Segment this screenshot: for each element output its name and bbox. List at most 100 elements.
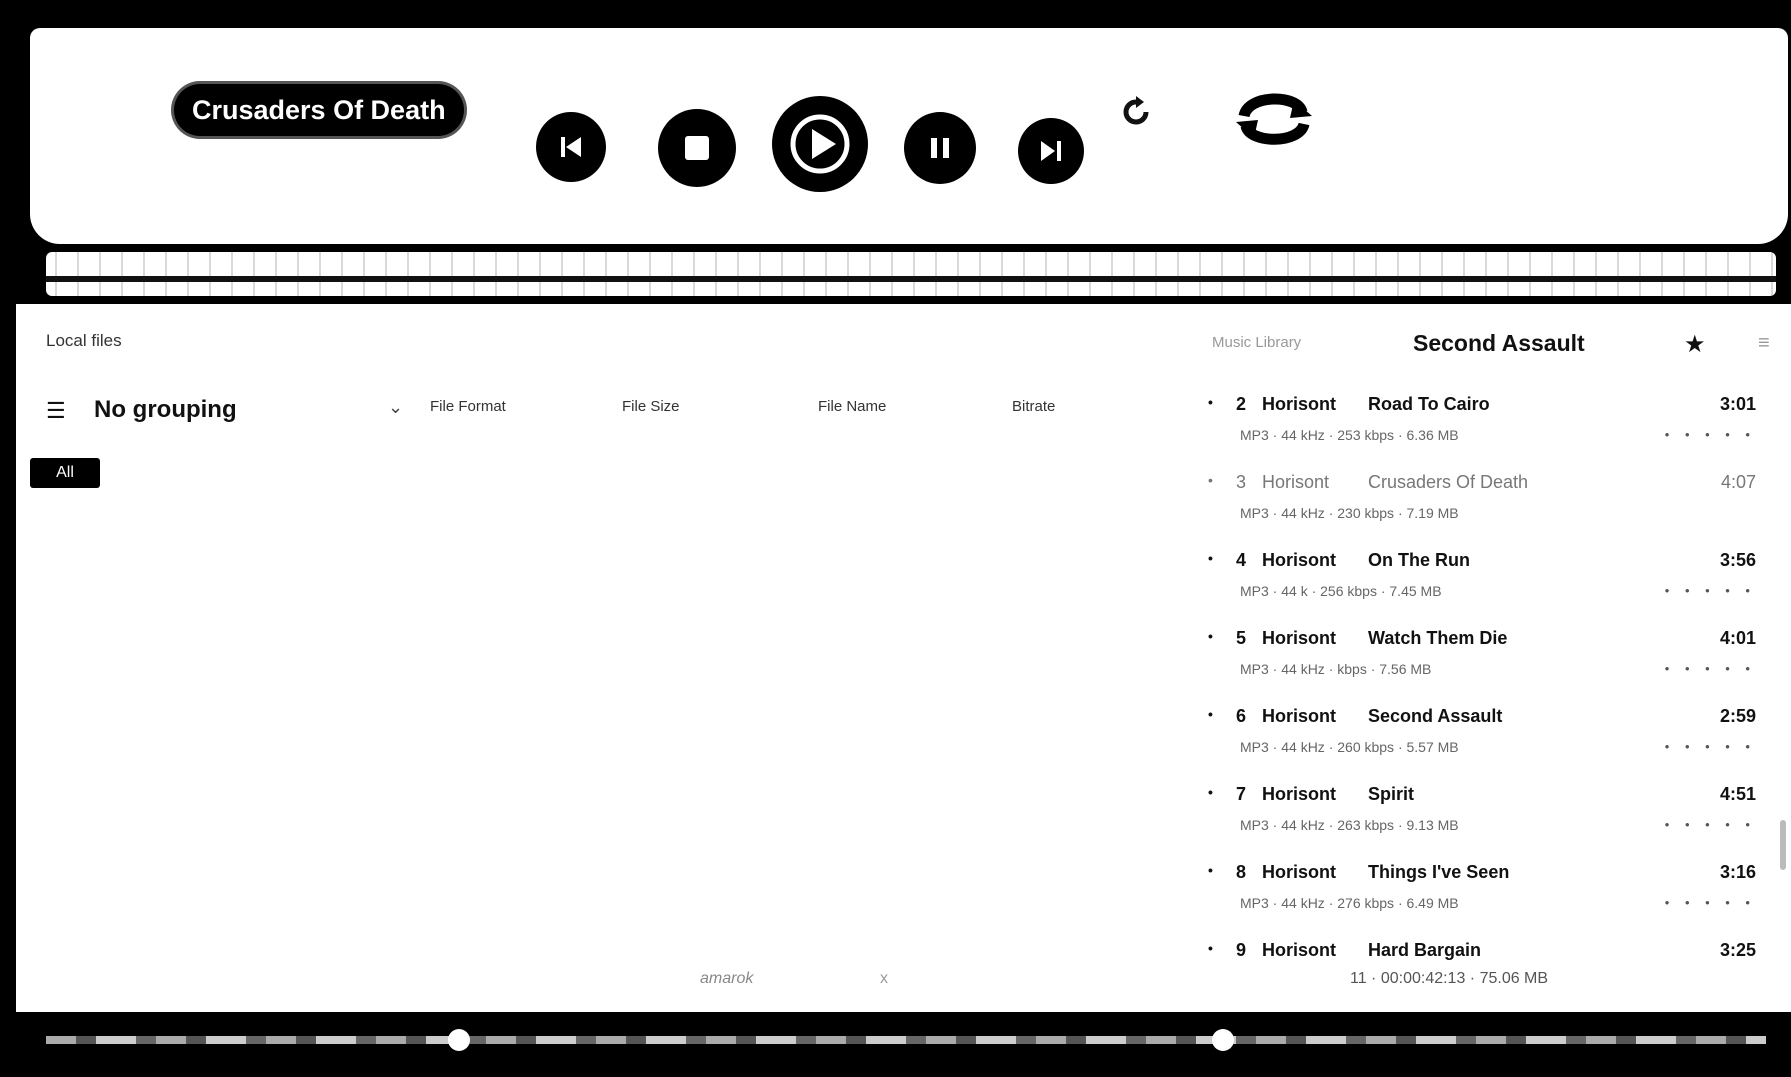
track-duration: 4:07	[1720, 472, 1756, 492]
track-title: Hard Bargain	[1368, 940, 1482, 960]
window-frame-top	[0, 0, 1791, 14]
queue-source-label[interactable]: Music Library	[1212, 334, 1301, 351]
track-meta: MP3 · 44 kHz · 276 kbps · 6.49 MB	[1240, 895, 1459, 911]
bullet-icon: •	[1208, 550, 1213, 566]
track-main-line: • 9 Horisont Hard Bargain 3:25	[1208, 940, 1756, 966]
track-duration: 3:01	[1719, 394, 1756, 414]
bottom-seek-bar	[16, 1012, 1791, 1068]
track-title: Road To Cairo	[1368, 394, 1490, 414]
queue-track-row[interactable]: • 2 Horisont Road To Cairo 3:01 MP3 · 44 kHz …	[1208, 394, 1756, 466]
track-number: 4	[1236, 550, 1247, 570]
stop-icon	[685, 136, 709, 160]
track-number: 6	[1236, 706, 1247, 726]
queue-track-row[interactable]: • 8 Horisont Things I've Seen 3:16 MP3 · 44 k…	[1208, 862, 1756, 934]
queue-track-row[interactable]: • 6 Horisont Second Assault 2:59 MP3 · 44 kHz…	[1208, 706, 1756, 778]
track-title: Crusaders Of Death	[1368, 472, 1529, 492]
refresh-icon	[1123, 96, 1149, 125]
bullet-icon: •	[1208, 472, 1213, 488]
bullet-icon: •	[1208, 862, 1213, 878]
track-number: 2	[1236, 394, 1247, 414]
bullet-icon: •	[1208, 628, 1213, 644]
track-artist: Horisont	[1262, 784, 1336, 804]
track-duration: 3:25	[1719, 940, 1756, 960]
bullet-icon: •	[1208, 784, 1213, 800]
pause-button[interactable]	[904, 112, 976, 184]
track-meta: MP3 · 44 kHz · 260 kbps · 5.57 MB	[1240, 739, 1459, 755]
track-main-line: • 4 Horisont On The Run 3:56	[1208, 550, 1756, 576]
queue-track-row[interactable]: • 5 Horisont Watch Them Die 4:01 MP3 · 44 kHz…	[1208, 628, 1756, 700]
waveform-line	[46, 276, 1776, 282]
queue-current-title: Second Assault	[1413, 330, 1585, 356]
track-artist: Horisont	[1262, 394, 1336, 414]
track-number: 5	[1236, 628, 1247, 648]
track-duration: 3:56	[1719, 550, 1756, 570]
track-artist: Horisont	[1262, 550, 1336, 570]
track-rating[interactable]: • • • • •	[1665, 739, 1756, 754]
track-duration: 4:51	[1719, 784, 1756, 804]
star-icon[interactable]: ★	[1684, 330, 1706, 359]
repeat-button[interactable]	[1234, 86, 1314, 152]
column-file-name[interactable]: File Name	[818, 398, 886, 415]
next-button[interactable]	[1018, 118, 1084, 184]
track-main-line: • 2 Horisont Road To Cairo 3:01	[1208, 394, 1756, 420]
pause-icon	[931, 138, 949, 158]
bullet-icon: •	[1208, 940, 1213, 956]
previous-icon	[561, 137, 581, 157]
bullet-icon: •	[1208, 706, 1213, 722]
waveform-seekbar[interactable]	[46, 252, 1776, 296]
queue-track-row[interactable]: • 7 Horisont Spirit 4:51 MP3 · 44 kHz · 263 k…	[1208, 784, 1756, 856]
filter-badge[interactable]: All	[30, 458, 100, 488]
play-icon	[790, 114, 850, 174]
track-rating[interactable]: • • • • •	[1665, 661, 1756, 676]
queue-footer: 11 · 00:00:42:13 · 75.06 MB	[1350, 970, 1549, 987]
column-bitrate[interactable]: Bitrate	[1012, 398, 1055, 415]
chevron-down-icon[interactable]: ⌄	[388, 397, 403, 418]
track-main-line: • 6 Horisont Second Assault 2:59	[1208, 706, 1756, 732]
track-number: 8	[1236, 862, 1247, 882]
track-duration: 2:59	[1719, 706, 1756, 726]
next-icon	[1041, 141, 1061, 161]
track-main-line: • 8 Horisont Things I've Seen 3:16	[1208, 862, 1756, 888]
track-artist: Horisont	[1262, 472, 1330, 492]
track-rating[interactable]: • • • • •	[1665, 427, 1756, 442]
track-rating[interactable]: • • • • •	[1665, 817, 1756, 832]
track-number: 7	[1236, 784, 1247, 804]
track-title: Second Assault	[1368, 706, 1503, 726]
menu-icon[interactable]: ≡	[1758, 332, 1770, 355]
track-main-line: • 5 Horisont Watch Them Die 4:01	[1208, 628, 1756, 654]
track-artist: Horisont	[1262, 706, 1336, 726]
column-file-format[interactable]: File Format	[430, 398, 506, 415]
column-file-size[interactable]: File Size	[622, 398, 680, 415]
track-duration: 3:16	[1719, 862, 1756, 882]
previous-button[interactable]	[536, 112, 606, 182]
player-header: Crusaders Of Death	[16, 14, 1791, 304]
track-rating[interactable]: • • • • •	[1665, 583, 1756, 598]
track-title: Things I've Seen	[1368, 862, 1510, 882]
volume-handle[interactable]	[1212, 1029, 1234, 1051]
track-title: Watch Them Die	[1368, 628, 1508, 648]
track-meta: MP3 · 44 kHz · 253 kbps · 6.36 MB	[1240, 427, 1459, 443]
empty-library-hint: amarok	[700, 970, 754, 987]
now-playing-title[interactable]: Crusaders Of Death	[174, 84, 464, 136]
track-meta: MP3 · 44 k · 256 kbps · 7.45 MB	[1240, 583, 1442, 599]
empty-library-hint-extra: x	[880, 970, 888, 987]
track-main-line: • 3 Horisont Crusaders Of Death 4:07	[1208, 472, 1756, 498]
grouping-icon[interactable]: ☰	[46, 398, 66, 424]
bullet-icon: •	[1208, 394, 1213, 410]
queue-scrollbar[interactable]	[1780, 820, 1786, 870]
track-rating[interactable]: • • • • •	[1665, 895, 1756, 910]
seek-track[interactable]	[46, 1036, 1766, 1044]
track-title: Spirit	[1368, 784, 1415, 804]
window-frame-left	[0, 0, 16, 1077]
stop-button[interactable]	[658, 109, 736, 187]
seek-handle[interactable]	[448, 1029, 470, 1051]
track-artist: Horisont	[1262, 862, 1336, 882]
refresh-button[interactable]	[1116, 92, 1156, 132]
queue-track-row[interactable]: • 4 Horisont On The Run 3:56 MP3 · 44 k · 256…	[1208, 550, 1756, 622]
library-source-label[interactable]: Local files	[46, 331, 122, 351]
track-duration: 4:01	[1719, 628, 1756, 648]
grouping-selector[interactable]: No grouping	[94, 396, 237, 424]
queue-track-row[interactable]: • 3 Horisont Crusaders Of Death 4:07 MP3 · 44…	[1208, 472, 1756, 544]
track-artist: Horisont	[1262, 940, 1336, 960]
play-button[interactable]	[772, 96, 868, 192]
